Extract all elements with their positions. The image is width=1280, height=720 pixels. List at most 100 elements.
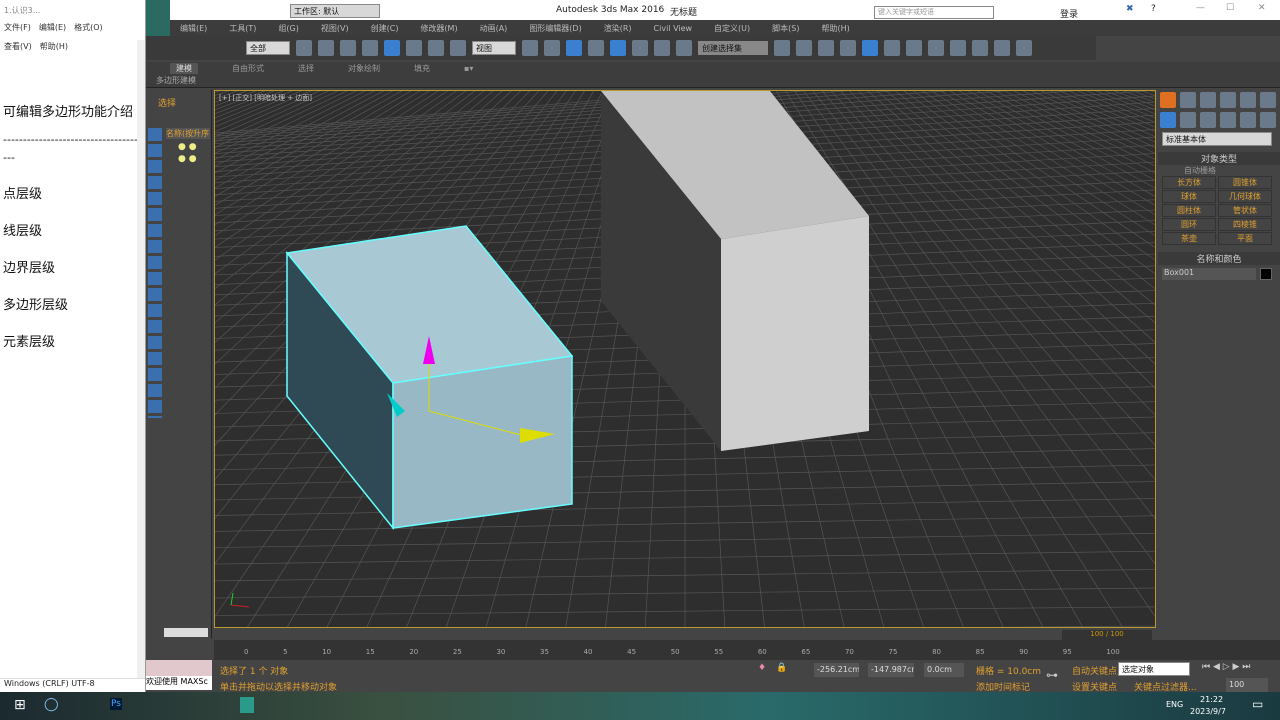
- teapot-button[interactable]: 茶壶: [1162, 232, 1216, 245]
- cone-button[interactable]: 圆锥体: [1218, 176, 1272, 189]
- pivot-icon[interactable]: [522, 40, 538, 56]
- helpers-icon[interactable]: [1240, 112, 1256, 128]
- ribbon-toggle-icon[interactable]: [840, 40, 856, 56]
- search-input[interactable]: 键入关键字或短语: [874, 6, 994, 19]
- box-gray[interactable]: [601, 91, 869, 451]
- create-tab-icon[interactable]: [1160, 92, 1176, 108]
- timeline[interactable]: 100 / 100 0 5 10 15 20 25 30 35 40 45 50 55 60 65 70 75…: [214, 630, 1280, 660]
- scene-explorer-icon[interactable]: [862, 40, 878, 56]
- login-link[interactable]: 登录: [1060, 7, 1078, 20]
- menu-item[interactable]: Civil View: [654, 24, 693, 33]
- 3dsmax-taskbar-icon[interactable]: [240, 697, 254, 713]
- rotate-icon[interactable]: [406, 40, 422, 56]
- maxscript-listener[interactable]: [146, 660, 212, 676]
- place-icon[interactable]: [450, 40, 466, 56]
- primitive-type-select[interactable]: 标准基本体: [1162, 132, 1272, 146]
- maxscript-mini[interactable]: 欢迎使用 MAXSc: [146, 676, 212, 690]
- name-color-header[interactable]: 名称和颜色: [1158, 252, 1280, 265]
- photoshop-icon[interactable]: Ps: [110, 698, 122, 710]
- schematic-icon[interactable]: [906, 40, 922, 56]
- render-icon[interactable]: [994, 40, 1010, 56]
- manipulate-icon[interactable]: [544, 40, 560, 56]
- key-mode-select[interactable]: 选定对象: [1118, 662, 1190, 676]
- select-icon[interactable]: [296, 40, 312, 56]
- object-color-swatch[interactable]: [1260, 268, 1272, 280]
- menu-item[interactable]: 渲染(R): [604, 23, 632, 34]
- menu-item[interactable]: 修改器(M): [420, 23, 457, 34]
- select-by-name-icon[interactable]: [318, 40, 334, 56]
- cylinder-button[interactable]: 圆柱体: [1162, 204, 1216, 217]
- curve-editor-icon[interactable]: [884, 40, 900, 56]
- object-type-header[interactable]: 对象类型: [1158, 152, 1280, 165]
- utilities-tab-icon[interactable]: [1260, 92, 1276, 108]
- menu-item[interactable]: 视图(V): [321, 23, 349, 34]
- perspective-viewport[interactable]: [+] [正交] [明暗处理 + 边面]: [214, 90, 1156, 628]
- menu-item[interactable]: 工具(T): [229, 23, 256, 34]
- selection-filter[interactable]: 全部: [246, 41, 290, 55]
- sphere-button[interactable]: 球体: [1162, 190, 1216, 203]
- pyramid-button[interactable]: 四棱锥: [1218, 218, 1272, 231]
- scale-icon[interactable]: [428, 40, 444, 56]
- material-editor-icon[interactable]: [928, 40, 944, 56]
- x-coord[interactable]: -256.21cm: [814, 663, 859, 677]
- notepad-text[interactable]: 可编辑多边形功能介绍 -----------------------------…: [3, 104, 139, 371]
- menu-item[interactable]: 帮助(H): [821, 23, 849, 34]
- close-button[interactable]: ✕: [1258, 3, 1266, 13]
- polygon-modeling-panel[interactable]: 多边形建模: [146, 75, 1280, 86]
- display-tab-icon[interactable]: [1240, 92, 1256, 108]
- menu-item[interactable]: 创建(C): [371, 23, 399, 34]
- explorer-header[interactable]: 名称(按升序: [166, 128, 210, 139]
- torus-button[interactable]: 圆环: [1162, 218, 1216, 231]
- menu-item[interactable]: 脚本(S): [772, 23, 799, 34]
- z-coord[interactable]: 0.0cm: [924, 663, 964, 677]
- motion-tab-icon[interactable]: [1220, 92, 1236, 108]
- ribbon-options-icon[interactable]: ▪▾: [464, 64, 473, 73]
- percent-snap-icon[interactable]: [632, 40, 648, 56]
- keyboard-shortcut-icon[interactable]: [566, 40, 582, 56]
- spinner-snap-icon[interactable]: [654, 40, 670, 56]
- render-frame-icon[interactable]: [972, 40, 988, 56]
- menu-item[interactable]: 图形编辑器(D): [529, 23, 581, 34]
- layer-icon[interactable]: [818, 40, 834, 56]
- cameras-icon[interactable]: [1220, 112, 1236, 128]
- help-icon[interactable]: ?: [1151, 4, 1156, 14]
- hierarchy-tab-icon[interactable]: [1200, 92, 1216, 108]
- snap-icon[interactable]: [588, 40, 604, 56]
- isolate-icon[interactable]: ♦: [758, 663, 766, 673]
- explorer-tools-icon[interactable]: [148, 128, 162, 418]
- exchange-icon[interactable]: ✖: [1126, 4, 1134, 14]
- y-coord[interactable]: -147.987cr: [868, 663, 914, 677]
- playback-controls[interactable]: ⏮ ◀ ▷ ▶ ⏭: [1202, 662, 1250, 672]
- search-taskbar-icon[interactable]: ◯: [44, 697, 59, 712]
- window-crossing-icon[interactable]: [362, 40, 378, 56]
- object-name-input[interactable]: Box001: [1162, 268, 1256, 280]
- time-slider[interactable]: 100 / 100: [1062, 630, 1152, 640]
- windows-start-icon[interactable]: ⊞: [14, 697, 26, 713]
- scrollbar[interactable]: [137, 40, 145, 678]
- tab-populate[interactable]: 填充: [414, 63, 430, 74]
- light-icon[interactable]: ● ●: [178, 154, 197, 164]
- key-icon[interactable]: ⊶: [1046, 668, 1058, 682]
- render-setup-icon[interactable]: [950, 40, 966, 56]
- light-icon[interactable]: ● ●: [178, 142, 197, 152]
- menu-file[interactable]: 文件(F): [4, 22, 31, 33]
- tab-object-paint[interactable]: 对象绘制: [348, 63, 380, 74]
- workspace-select[interactable]: 工作区: 默认: [290, 4, 380, 18]
- viewport-label[interactable]: [+] [正交] [明暗处理 + 边面]: [219, 93, 312, 103]
- lights-icon[interactable]: [1200, 112, 1216, 128]
- app-logo-icon[interactable]: [146, 0, 170, 36]
- menu-edit[interactable]: 编辑(E): [39, 22, 66, 33]
- lock-icon[interactable]: 🔒: [776, 663, 787, 673]
- spacewarps-icon[interactable]: [1260, 112, 1276, 128]
- explorer-scrollbar[interactable]: [164, 628, 208, 637]
- tube-button[interactable]: 管状体: [1218, 204, 1272, 217]
- geometry-icon[interactable]: [1160, 112, 1176, 128]
- menu-item[interactable]: 动画(A): [480, 23, 508, 34]
- menu-format[interactable]: 格式(O): [74, 22, 103, 33]
- tab-modeling[interactable]: 建模: [170, 63, 198, 74]
- menu-item[interactable]: 编辑(E): [180, 23, 207, 34]
- menu-help[interactable]: 帮助(H): [40, 41, 68, 52]
- box-button[interactable]: 长方体: [1162, 176, 1216, 189]
- minimize-button[interactable]: —: [1196, 3, 1205, 13]
- geosphere-button[interactable]: 几何球体: [1218, 190, 1272, 203]
